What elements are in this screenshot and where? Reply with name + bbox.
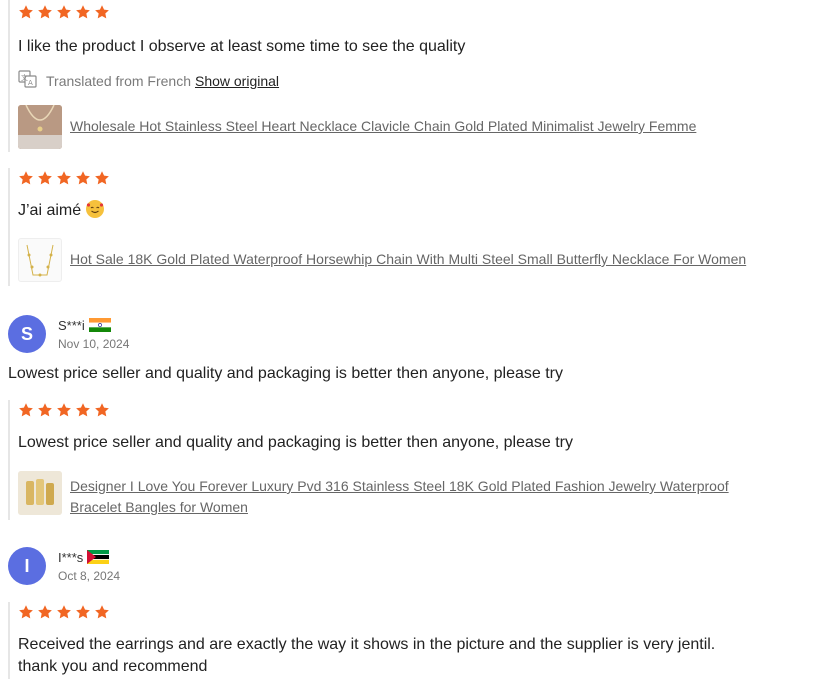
avatar: S	[8, 315, 46, 353]
star-icon	[37, 170, 53, 186]
star-icon	[94, 170, 110, 186]
star-icon	[94, 402, 110, 418]
product-link-block[interactable]: Designer I Love You Forever Luxury Pvd 3…	[70, 476, 729, 518]
star-icon	[37, 604, 53, 620]
star-icon	[18, 604, 34, 620]
star-icon	[56, 402, 72, 418]
star-icon	[18, 402, 34, 418]
review-date: Nov 10, 2024	[58, 336, 130, 351]
review-text: I like the product I observe at least so…	[18, 38, 466, 55]
translation-note: 文 A Translated from French Show original	[18, 70, 816, 91]
reviewer-name-row: S***i	[58, 318, 129, 333]
review-entry: J’ai aimé Hot Sale 18K Gold Plated Water…	[8, 168, 816, 286]
review-text: Received the earrings and are exactly th…	[18, 634, 816, 678]
star-icon	[75, 170, 91, 186]
reviewer-name: I***s	[58, 549, 84, 565]
reviewer-name: S***i	[58, 317, 85, 333]
review-entry: Received the earrings and are exactly th…	[8, 602, 816, 679]
star-rating	[18, 169, 816, 187]
product-row[interactable]: Hot Sale 18K Gold Plated Waterproof Hors…	[18, 238, 816, 282]
star-icon	[75, 402, 91, 418]
translated-label: Translated from French	[46, 72, 191, 89]
star-rating	[18, 3, 816, 21]
review-text-content: J’ai aimé	[18, 202, 82, 219]
product-link[interactable]: Hot Sale 18K Gold Plated Waterproof Hors…	[70, 249, 746, 270]
show-original-link[interactable]: Show original	[195, 73, 279, 89]
reviewer-meta: I***s Oct 8, 2024	[58, 550, 120, 583]
star-icon	[37, 4, 53, 20]
product-link[interactable]: Designer I Love You Forever Luxury Pvd 3…	[70, 476, 729, 497]
smiling-face-with-hearts-icon	[85, 200, 104, 218]
review-entry: Lowest price seller and quality and pack…	[8, 400, 816, 520]
reviewer-meta: S***i Nov 10, 2024	[58, 318, 129, 351]
reviewer-header: I I***s Oct 8, 2024	[8, 547, 120, 585]
svg-text:文: 文	[21, 73, 28, 82]
reviewer-name-row: I***s	[58, 550, 120, 565]
product-thumbnail[interactable]	[18, 471, 62, 515]
svg-text:A: A	[28, 79, 33, 87]
star-icon	[56, 4, 72, 20]
product-row[interactable]: Wholesale Hot Stainless Steel Heart Neck…	[18, 105, 816, 149]
star-icon	[56, 170, 72, 186]
star-icon	[75, 4, 91, 20]
review-text-line: thank you and recommend	[18, 658, 208, 675]
star-rating	[18, 603, 816, 621]
avatar: I	[8, 547, 46, 585]
star-icon	[94, 4, 110, 20]
review-date: Oct 8, 2024	[58, 568, 121, 583]
review-text: Lowest price seller and quality and pack…	[18, 434, 574, 451]
review-text: J’ai aimé	[18, 200, 816, 222]
india-flag-icon	[88, 318, 111, 332]
star-icon	[75, 604, 91, 620]
star-icon	[18, 170, 34, 186]
star-icon	[94, 604, 110, 620]
reviewer-header: S S***i Nov 10, 2024	[8, 315, 129, 353]
star-icon	[37, 402, 53, 418]
product-thumbnail[interactable]	[18, 238, 62, 282]
mozambique-flag-icon	[87, 550, 110, 564]
star-icon	[18, 4, 34, 20]
product-link-continued[interactable]: Bracelet Bangles for Women	[70, 497, 729, 518]
product-link[interactable]: Wholesale Hot Stainless Steel Heart Neck…	[70, 116, 696, 137]
review-text-line: Received the earrings and are exactly th…	[18, 636, 716, 653]
product-thumbnail[interactable]	[18, 105, 62, 149]
review-headline: Lowest price seller and quality and pack…	[8, 365, 564, 382]
star-icon	[56, 604, 72, 620]
product-row[interactable]: Designer I Love You Forever Luxury Pvd 3…	[18, 471, 816, 518]
review-entry: I like the product I observe at least so…	[8, 0, 816, 152]
translate-icon: 文 A	[18, 70, 38, 91]
star-rating	[18, 401, 816, 419]
